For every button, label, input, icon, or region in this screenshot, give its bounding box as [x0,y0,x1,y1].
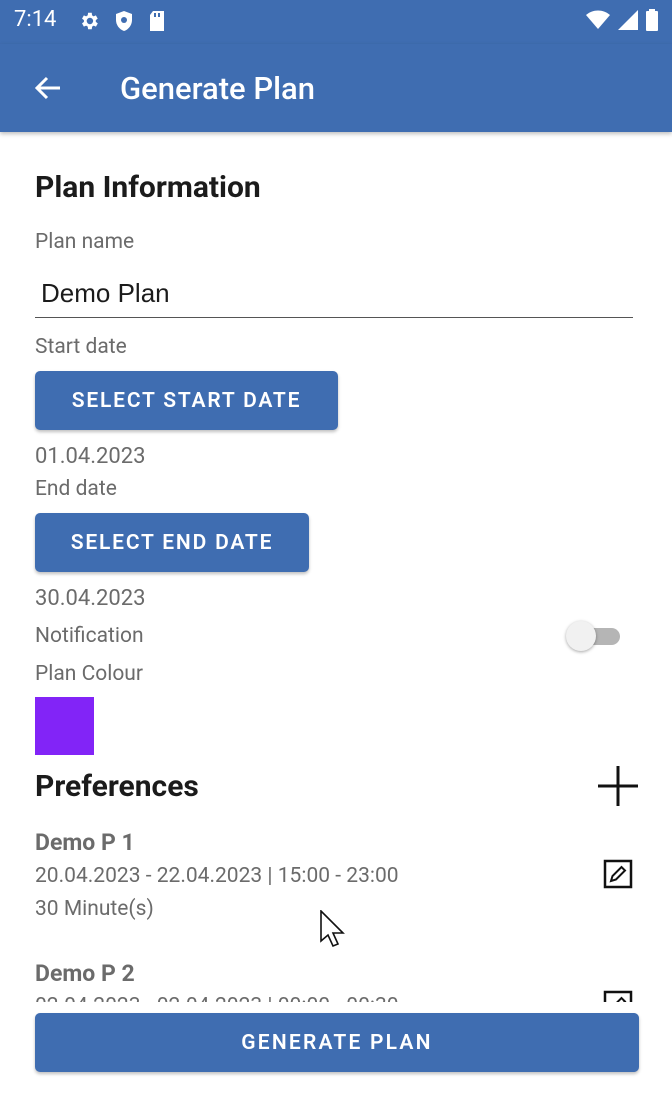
end-date-label: End date [35,477,117,501]
plus-icon [598,766,638,806]
plan-name-label: Plan name [35,230,135,254]
page-title: Generate Plan [120,70,315,107]
status-icons-right [586,9,658,31]
preference-name: Demo P 2 [35,960,135,987]
status-icons-left [78,10,166,32]
notification-toggle[interactable] [566,621,622,651]
preference-duration: 30 Minute(s) [35,897,154,921]
edit-preference-button[interactable] [603,859,633,889]
preference-schedule: 02.04.2023 - 02.04.2023 | 00:00 - 00:30 [35,994,399,1002]
back-button[interactable] [24,68,72,108]
signal-icon [618,10,638,30]
preference-list-clip: Demo P 2 02.04.2023 - 02.04.2023 | 00:00… [0,950,672,1002]
shield-icon [116,11,132,31]
mouse-cursor-icon [320,910,345,948]
wifi-icon [586,10,610,29]
app-bar: Generate Plan [0,44,672,132]
edit-icon [603,990,633,1002]
preference-name: Demo P 1 [35,829,135,856]
notification-label: Notification [35,624,144,648]
start-date-value: 01.04.2023 [35,444,146,469]
edit-icon [603,859,633,889]
end-date-value: 30.04.2023 [35,586,146,611]
gear-icon [82,12,98,30]
status-bar: 7:14 [0,0,672,44]
arrow-left-icon [34,76,60,100]
plan-colour-swatch[interactable] [35,697,94,755]
preferences-heading: Preferences [35,769,199,804]
plan-colour-label: Plan Colour [35,662,144,686]
select-end-date-button[interactable]: SELECT END DATE [35,513,309,572]
generate-plan-button[interactable]: GENERATE PLAN [35,1013,639,1072]
preference-schedule: 20.04.2023 - 22.04.2023 | 15:00 - 23:00 [35,864,399,888]
add-preference-button[interactable] [596,764,640,808]
edit-preference-button[interactable] [603,990,633,1002]
sd-card-icon [150,11,164,31]
select-start-date-button[interactable]: SELECT START DATE [35,371,338,430]
plan-information-heading: Plan Information [35,170,261,205]
toggle-thumb [566,621,596,651]
status-time: 7:14 [14,7,57,32]
start-date-label: Start date [35,335,127,359]
plan-name-input[interactable] [35,270,633,318]
battery-icon [646,9,658,31]
